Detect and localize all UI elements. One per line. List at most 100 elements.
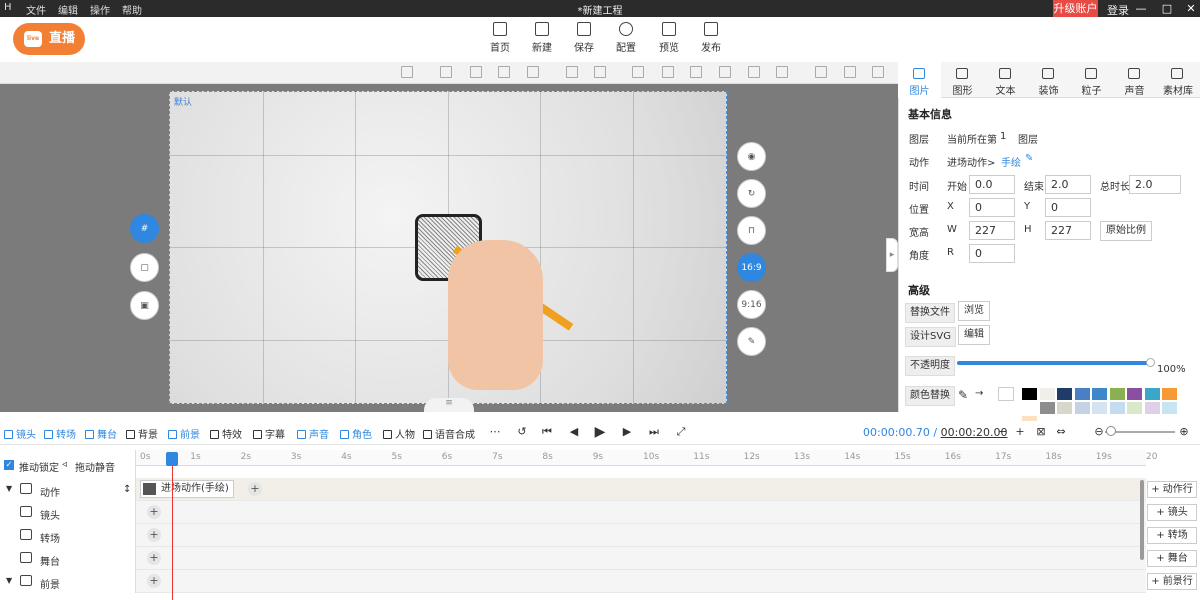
color-swatch[interactable] [1039, 388, 1055, 400]
skip-end-icon[interactable]: ⏭ [648, 426, 660, 438]
screenshot-icon[interactable]: ◉ [737, 142, 766, 171]
align-top-icon[interactable] [470, 66, 482, 78]
role-tool[interactable]: 角色 [340, 426, 372, 441]
redo-icon[interactable] [844, 66, 856, 78]
person-tool[interactable]: 人物 [383, 426, 415, 441]
stage-tool[interactable]: 舞台 [85, 426, 117, 441]
layout-icon[interactable]: ▢ [130, 253, 159, 282]
align-bottom-icon[interactable] [440, 66, 452, 78]
color-swatch[interactable] [1022, 402, 1037, 414]
start-input[interactable]: 0.0 [969, 175, 1015, 194]
safe-frame-icon[interactable]: ▣ [130, 291, 159, 320]
y-input[interactable]: 0 [1045, 198, 1091, 217]
collapse-panel-button[interactable]: ≡ [424, 398, 474, 412]
login-link[interactable]: 登录 [1107, 2, 1129, 18]
publish-button[interactable]: 发布 [691, 22, 731, 54]
tab-text[interactable]: 文本 [984, 62, 1027, 98]
maximize-icon[interactable]: □ [1156, 0, 1178, 17]
tts-tool[interactable]: 语音合成 [423, 426, 475, 441]
tab-image[interactable]: 图片 [898, 62, 941, 98]
new-button[interactable]: 新建 [522, 22, 562, 54]
align-vmid-icon[interactable] [748, 66, 760, 78]
undo-icon[interactable] [815, 66, 827, 78]
add-camera-row-button[interactable]: + 镜头 [1147, 504, 1197, 521]
lock-checkbox[interactable]: ✓ [4, 460, 14, 470]
tab-sound[interactable]: 声音 [1113, 62, 1156, 98]
end-input[interactable]: 2.0 [1045, 175, 1091, 194]
color-swatch[interactable] [1092, 402, 1107, 414]
eyedropper-icon[interactable]: ✎ [958, 388, 968, 402]
add-foreground-button[interactable]: + [147, 574, 161, 588]
color-dropdown[interactable] [998, 387, 1014, 401]
time-minus-icon[interactable]: − [997, 426, 1009, 438]
save-button[interactable]: 保存 [564, 22, 604, 54]
zoom-out-icon[interactable]: ⊖ [1093, 426, 1105, 438]
color-swatch[interactable] [1162, 402, 1177, 414]
foreground-tool[interactable]: 前景 [168, 426, 200, 441]
color-swatch[interactable] [1144, 402, 1160, 414]
upgrade-button[interactable]: 升级账户 [1053, 0, 1098, 17]
color-swatch[interactable] [1074, 402, 1090, 414]
add-action-button[interactable]: + [248, 482, 262, 496]
x-input[interactable]: 0 [969, 198, 1015, 217]
camera-tool[interactable]: 镜头 [4, 426, 36, 441]
edit-svg-button[interactable]: 编辑 [958, 325, 990, 345]
fit-icon[interactable]: ⇔ [1055, 426, 1067, 438]
home-button[interactable]: 首页 [480, 22, 520, 54]
expand-icon[interactable]: ▼ [6, 576, 12, 585]
color-swatch[interactable] [1127, 402, 1142, 414]
opacity-slider-handle[interactable] [1146, 358, 1155, 367]
add-transition-button[interactable]: + [147, 528, 161, 542]
height-input[interactable]: 227 [1045, 221, 1091, 240]
mute-icon[interactable]: ◃ [62, 459, 67, 470]
tab-decoration[interactable]: 装饰 [1027, 62, 1070, 98]
color-swatch[interactable] [1057, 388, 1072, 400]
color-swatch[interactable] [1162, 388, 1177, 400]
total-input[interactable]: 2.0 [1129, 175, 1181, 194]
flip-h-icon[interactable] [566, 66, 578, 78]
more-icon[interactable]: ⋯ [489, 426, 501, 438]
effects-tool[interactable]: 特效 [210, 426, 242, 441]
panel-toggle-handle[interactable]: ▸ [886, 238, 898, 272]
close-icon[interactable]: ✕ [1180, 0, 1200, 17]
align-left-icon[interactable] [632, 66, 644, 78]
add-stage-button[interactable]: + [147, 551, 161, 565]
fullscreen-icon[interactable]: ⤢ [675, 426, 687, 438]
grid-toggle-icon[interactable]: # [130, 214, 159, 243]
color-swatch[interactable] [1109, 402, 1125, 414]
add-transition-row-button[interactable]: + 转场 [1147, 527, 1197, 544]
action-clip[interactable]: 进场动作(手绘) [140, 480, 234, 498]
subtitle-tool[interactable]: 字幕 [253, 426, 285, 441]
opacity-slider[interactable] [957, 361, 1150, 365]
original-ratio-button[interactable]: 原始比例 [1100, 221, 1152, 241]
delete-icon[interactable] [872, 66, 884, 78]
background-tool[interactable]: 背景 [126, 426, 158, 441]
step-back-icon[interactable]: ◀ [568, 426, 580, 438]
sound-tool[interactable]: 声音 [297, 426, 329, 441]
tab-shape[interactable]: 图形 [941, 62, 984, 98]
width-input[interactable]: 227 [969, 221, 1015, 240]
play-icon[interactable]: ▶ [593, 425, 607, 439]
distribute-icon[interactable] [527, 66, 539, 78]
flip-v-icon[interactable] [594, 66, 606, 78]
color-swatch[interactable] [1039, 402, 1055, 414]
browse-button[interactable]: 浏览 [958, 301, 990, 321]
reset-icon[interactable]: ↺ [516, 426, 528, 438]
lock-icon[interactable] [401, 66, 413, 78]
color-swatch[interactable] [1074, 388, 1090, 400]
expand-icon[interactable]: ▼ [6, 484, 12, 493]
vertical-scrollbar[interactable] [1140, 480, 1144, 560]
rotation-input[interactable]: 0 [969, 244, 1015, 263]
add-action-row-button[interactable]: + 动作行 [1147, 481, 1197, 498]
ratio-9-16-button[interactable]: 9:16 [737, 290, 766, 319]
color-swatch[interactable] [1057, 402, 1072, 414]
color-swatch[interactable] [1022, 388, 1037, 400]
time-plus-icon[interactable]: + [1014, 426, 1026, 438]
edit-pen-icon[interactable]: ✎ [737, 327, 766, 356]
color-swatch[interactable] [1127, 388, 1142, 400]
config-button[interactable]: 配置 [606, 22, 646, 54]
color-swatch[interactable] [1144, 388, 1160, 400]
align-right-icon[interactable] [690, 66, 702, 78]
add-stage-row-button[interactable]: + 舞台 [1147, 550, 1197, 567]
color-swatch[interactable] [1092, 388, 1107, 400]
